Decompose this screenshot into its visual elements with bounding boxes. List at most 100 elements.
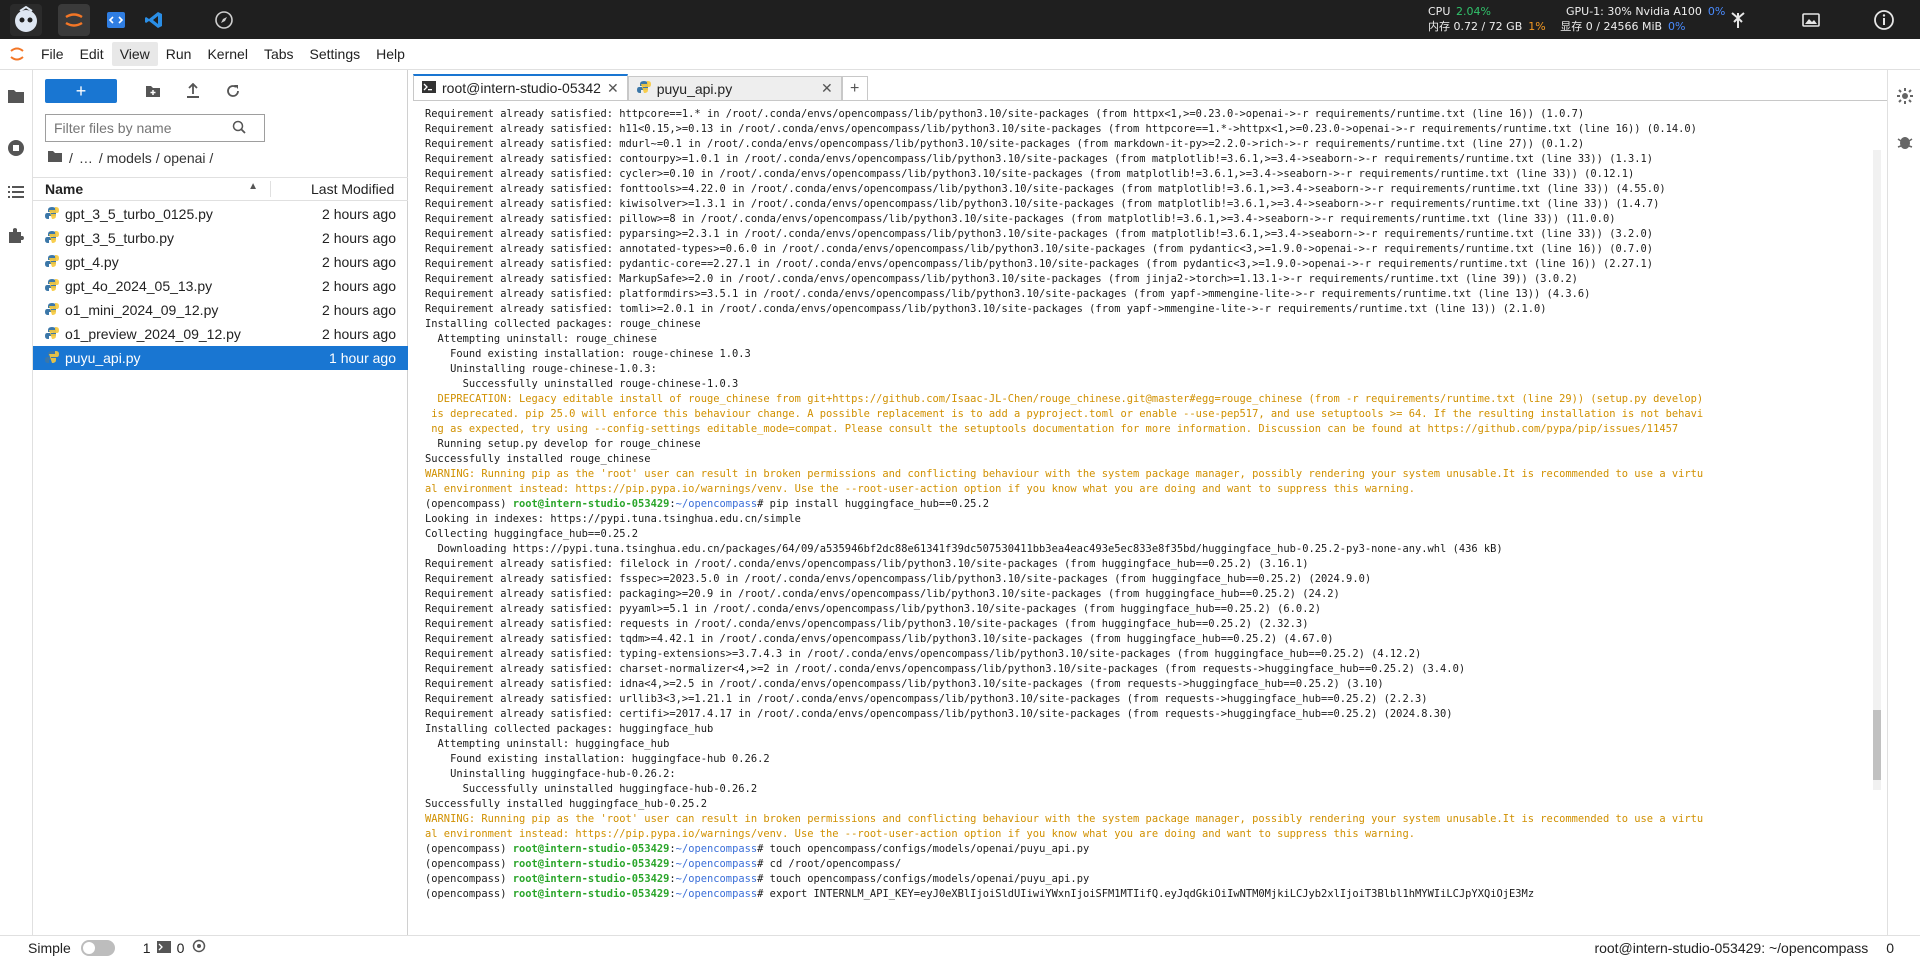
- terminal-status-icon: [156, 940, 171, 956]
- code-editor-icon[interactable]: [100, 4, 132, 36]
- terminal-line: Requirement already satisfied: certifi>=…: [425, 708, 1453, 720]
- file-row[interactable]: puyu_api.py 1 hour ago: [33, 346, 408, 370]
- kernels-count[interactable]: 0: [177, 940, 185, 956]
- file-row[interactable]: gpt_3_5_turbo_0125.py 2 hours ago: [33, 202, 408, 226]
- new-launcher-button[interactable]: +: [45, 79, 117, 103]
- file-modified: 1 hour ago: [329, 350, 396, 366]
- terminal-line: Installing collected packages: rouge_chi…: [425, 318, 701, 330]
- breadcrumb-root[interactable]: /: [69, 150, 73, 166]
- file-list-header: Name ▲ Last Modified: [33, 177, 408, 201]
- filter-files-box: [45, 114, 265, 142]
- prompt-command: # touch opencompass/configs/models/opena…: [757, 843, 1090, 855]
- terminal-line: Found existing installation: huggingface…: [425, 753, 770, 765]
- file-row[interactable]: gpt_4.py 2 hours ago: [33, 250, 408, 274]
- filter-files-input[interactable]: [54, 120, 224, 136]
- upload-icon[interactable]: [177, 79, 209, 103]
- file-row[interactable]: o1_preview_2024_09_12.py 2 hours ago: [33, 322, 408, 346]
- menu-run[interactable]: Run: [158, 42, 200, 66]
- terminal-line: Installing collected packages: huggingfa…: [425, 723, 714, 735]
- file-row[interactable]: gpt_4o_2024_05_13.py 2 hours ago: [33, 274, 408, 298]
- file-name: gpt_3_5_turbo_0125.py: [65, 206, 213, 222]
- left-activity-bar: [0, 70, 33, 935]
- terminal-line: Requirement already satisfied: idna<4,>=…: [425, 678, 1384, 690]
- menu-help[interactable]: Help: [368, 42, 413, 66]
- menu-view[interactable]: View: [111, 42, 158, 66]
- breadcrumb-folder-icon[interactable]: [47, 150, 63, 166]
- python-file-icon: [45, 302, 59, 319]
- terminal-line: Successfully uninstalled huggingface-hub…: [425, 783, 758, 795]
- tab-file[interactable]: puyu_api.py ✕: [627, 76, 842, 100]
- prompt-env: (opencompass): [425, 843, 513, 855]
- file-modified: 2 hours ago: [322, 206, 396, 222]
- scrollbar-thumb[interactable]: [1873, 710, 1881, 780]
- terminal-line: Requirement already satisfied: pyparsing…: [425, 228, 1654, 240]
- tab-file-label: puyu_api.py: [656, 80, 733, 97]
- terminal-prompt-line: (opencompass) root@intern-studio-053429:…: [425, 873, 1090, 885]
- terminal-output[interactable]: Requirement already satisfied: httpcore=…: [413, 100, 1887, 935]
- terminals-count[interactable]: 1: [143, 940, 151, 956]
- terminal-line: Requirement already satisfied: mdurl~=0.…: [425, 138, 1585, 150]
- cpu-label: CPU: [1428, 5, 1451, 18]
- vscode-icon[interactable]: [138, 4, 170, 36]
- refresh-icon[interactable]: [217, 79, 249, 103]
- terminal-line: Requirement already satisfied: annotated…: [425, 243, 1654, 255]
- file-row[interactable]: gpt_3_5_turbo.py 2 hours ago: [33, 226, 408, 250]
- terminal-line: Requirement already satisfied: pyyaml>=5…: [425, 603, 1321, 615]
- terminal-line: Attempting uninstall: rouge_chinese: [425, 333, 657, 345]
- fork-icon[interactable]: [1722, 4, 1754, 36]
- terminal-prompt-line: (opencompass) root@intern-studio-053429:…: [425, 498, 989, 510]
- app-logo-icon[interactable]: [10, 4, 42, 36]
- table-of-contents-icon[interactable]: [4, 180, 28, 204]
- breadcrumb: / … / models / openai /: [47, 150, 213, 166]
- info-icon[interactable]: [1868, 4, 1900, 36]
- file-browser-panel: + / … / models / openai / Name ▲ Last Mo…: [33, 70, 408, 935]
- close-tab-icon[interactable]: ✕: [821, 80, 833, 97]
- menu-file[interactable]: File: [33, 42, 72, 66]
- extensions-icon[interactable]: [4, 223, 28, 247]
- tab-terminal[interactable]: root@intern-studio-05342 ✕: [413, 74, 628, 100]
- terminal-line: WARNING: Running pip as the 'root' user …: [425, 468, 1704, 480]
- file-name: gpt_4o_2024_05_13.py: [65, 278, 213, 294]
- compass-icon[interactable]: [208, 4, 240, 36]
- property-inspector-icon[interactable]: [1893, 84, 1917, 108]
- menu-edit[interactable]: Edit: [72, 42, 112, 66]
- jupyter-launch-icon[interactable]: [58, 4, 90, 36]
- new-folder-icon[interactable]: [137, 79, 169, 103]
- file-modified: 2 hours ago: [322, 302, 396, 318]
- terminal-line: Requirement already satisfied: filelock …: [425, 558, 1309, 570]
- menu-settings[interactable]: Settings: [302, 42, 369, 66]
- add-tab-button[interactable]: +: [841, 76, 868, 100]
- simple-mode-label: Simple: [28, 939, 71, 956]
- debugger-icon[interactable]: [1893, 130, 1917, 154]
- tab-terminal-label: root@intern-studio-05342: [442, 80, 601, 96]
- prompt-command: # cd /root/opencompass/: [757, 858, 902, 870]
- simple-mode-toggle[interactable]: [80, 939, 115, 956]
- menu-tabs[interactable]: Tabs: [256, 42, 302, 66]
- prompt-env: (opencompass): [425, 888, 513, 900]
- prompt-path: ~/opencompass: [675, 498, 758, 510]
- prompt-user: root@intern-studio-053429: [512, 843, 670, 855]
- notifications-count[interactable]: 0: [1886, 940, 1894, 956]
- terminal-scrollbar[interactable]: [1873, 150, 1881, 790]
- column-name-header[interactable]: Name ▲: [33, 181, 271, 197]
- folder-icon[interactable]: [4, 84, 28, 108]
- terminal-prompt-line: (opencompass) root@intern-studio-053429:…: [425, 858, 902, 870]
- terminal-line: Successfully installed huggingface_hub-0…: [425, 798, 707, 810]
- prompt-user: root@intern-studio-053429: [512, 873, 670, 885]
- file-row[interactable]: o1_mini_2024_09_12.py 2 hours ago: [33, 298, 408, 322]
- breadcrumb-path[interactable]: / models / openai /: [99, 150, 213, 166]
- prompt-command: # pip install huggingface_hub==0.25.2: [757, 498, 989, 510]
- image-icon[interactable]: [1795, 4, 1827, 36]
- terminal-line: WARNING: Running pip as the 'root' user …: [425, 813, 1704, 825]
- file-modified: 2 hours ago: [322, 254, 396, 270]
- right-sidebar: [1887, 70, 1920, 935]
- column-modified-header[interactable]: Last Modified: [271, 181, 394, 197]
- running-kernels-icon[interactable]: [4, 136, 28, 160]
- breadcrumb-ellipsis[interactable]: …: [79, 150, 93, 166]
- prompt-path: ~/opencompass: [675, 888, 758, 900]
- menu-kernel[interactable]: Kernel: [199, 42, 255, 66]
- terminal-line: Attempting uninstall: huggingface_hub: [425, 738, 670, 750]
- close-tab-icon[interactable]: ✕: [607, 80, 619, 97]
- terminal-line: ng as expected, try using --config-setti…: [425, 423, 1679, 435]
- terminal-line: is deprecated. pip 25.0 will enforce thi…: [425, 408, 1704, 420]
